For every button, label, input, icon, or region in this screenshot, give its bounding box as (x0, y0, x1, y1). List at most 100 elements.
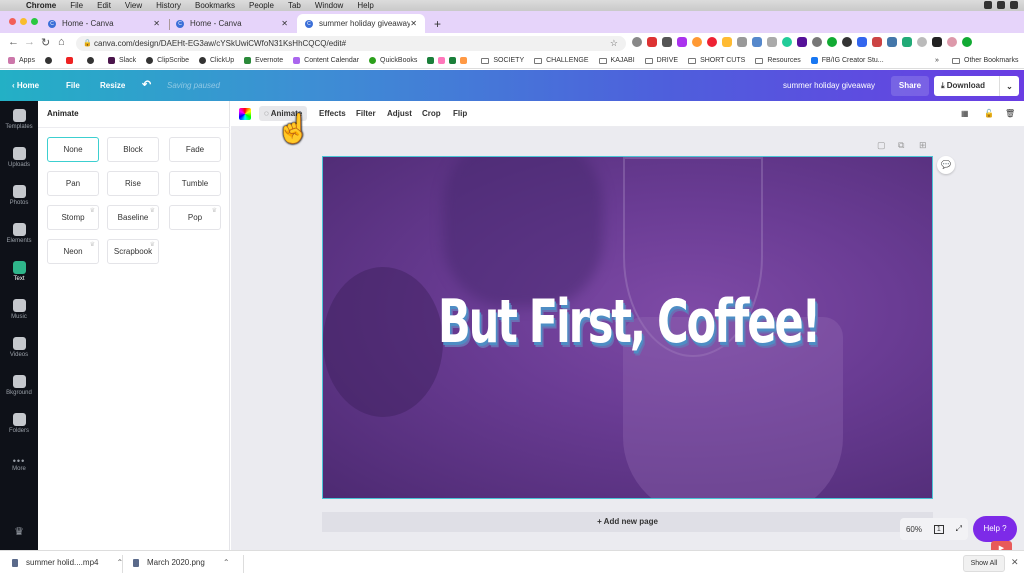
eyedropper-icon[interactable] (737, 37, 747, 47)
menu-file[interactable]: File (70, 1, 83, 10)
pinterest-icon[interactable] (707, 37, 717, 47)
menu-bookmarks[interactable]: Bookmarks (195, 1, 235, 10)
extension-icon[interactable] (827, 37, 837, 47)
duplicate-page-icon[interactable]: ⧉ (898, 140, 904, 151)
lock-icon[interactable]: 🔓 (984, 109, 994, 118)
menu-app[interactable]: Chrome (26, 1, 56, 10)
add-new-page-button[interactable]: + Add new page (322, 512, 933, 532)
sidebar-item-folders[interactable]: Folders (0, 413, 38, 434)
help-button[interactable]: Help ? (973, 516, 1017, 542)
new-tab-button[interactable]: + (426, 14, 449, 33)
resize-button[interactable]: Resize (100, 81, 125, 90)
forward-icon[interactable]: → (24, 36, 35, 48)
status-icon[interactable] (984, 1, 992, 9)
animation-option-tumble[interactable]: Tumble (169, 171, 221, 196)
filter-button[interactable]: Filter (356, 109, 376, 118)
extension-icon[interactable] (722, 37, 732, 47)
extension-icon[interactable] (647, 37, 657, 47)
menu-help[interactable]: Help (357, 1, 373, 10)
show-all-button[interactable]: Show All (963, 555, 1005, 572)
tab-home-canva-2[interactable]: C Home - Canva ✕ (168, 14, 296, 33)
bookmark-folder-short-cuts[interactable]: SHORT CUTS (688, 57, 745, 64)
trash-icon[interactable]: 🗑 (1005, 109, 1015, 118)
menu-tab[interactable]: Tab (288, 1, 301, 10)
menu-people[interactable]: People (249, 1, 274, 10)
sidebar-item-templates[interactable]: Templates (0, 109, 38, 130)
bookmark-clickup[interactable]: ClickUp (199, 57, 234, 64)
url-input[interactable]: 🔒 canva.com/design/DAEHt-EG3aw/cYSkUwiCW… (76, 36, 626, 51)
bookmark-evernote[interactable]: Evernote (244, 57, 283, 64)
animation-option-baseline[interactable]: Baseline ♛ (107, 205, 159, 230)
bookmark-folder-challenge[interactable]: CHALLENGE (534, 57, 589, 64)
headline-text[interactable]: But First, Coffee! (409, 287, 849, 357)
bookmark-fb-ig[interactable]: FB/IG Creator Stu... (810, 57, 884, 64)
design-canvas[interactable]: But First, Coffee! (322, 156, 933, 499)
extension-icon[interactable] (902, 37, 912, 47)
page-count[interactable]: 1 (933, 524, 944, 534)
sidebar-item-background[interactable]: Bkground (0, 375, 38, 396)
tab-home-canva-1[interactable]: C Home - Canva ✕ (40, 14, 168, 33)
sidebar-item-uploads[interactable]: Uploads (0, 147, 38, 168)
back-icon[interactable]: ← (8, 36, 19, 48)
menu-edit[interactable]: Edit (97, 1, 111, 10)
grammarly-icon[interactable] (782, 37, 792, 47)
extension-icon[interactable] (872, 37, 882, 47)
bookmark-folder-drive[interactable]: DRIVE (644, 57, 678, 64)
animation-option-pop[interactable]: Pop ♛ (169, 205, 221, 230)
animation-option-scrapbook[interactable]: Scrapbook ♛ (107, 239, 159, 264)
download-item[interactable]: summer holid....mp4 ⌃ (12, 558, 123, 567)
tab-summer-holiday-giveaway[interactable]: Csummer holiday giveaway - 19:✕ (297, 14, 425, 33)
extension-icon[interactable] (857, 37, 867, 47)
bookmark-quickbooks[interactable]: QuickBooks (369, 57, 417, 64)
chevron-down-icon[interactable]: ⌄ (1000, 82, 1019, 91)
file-menu[interactable]: File (66, 81, 80, 90)
bookmark-slack[interactable]: Slack (107, 57, 136, 64)
bookmark-folder-resources[interactable]: Resources (755, 57, 801, 64)
extension-icon[interactable] (887, 37, 897, 47)
close-window-button[interactable] (9, 18, 16, 25)
adjust-button[interactable]: Adjust (387, 109, 412, 118)
extension-icon[interactable] (917, 37, 927, 47)
bookmark-folder-kajabi[interactable]: KAJABI (598, 57, 635, 64)
color-picker-icon[interactable] (239, 108, 251, 120)
camera-icon[interactable] (767, 37, 777, 47)
bookmark-globe[interactable] (86, 57, 98, 64)
animation-option-stomp[interactable]: Stomp ♛ (47, 205, 99, 230)
extension-icon[interactable] (752, 37, 762, 47)
extension-icon[interactable] (677, 37, 687, 47)
extension-icon[interactable] (812, 37, 822, 47)
status-icon[interactable] (997, 1, 1005, 9)
fullscreen-icon[interactable]: ⤢ (956, 524, 962, 534)
animation-option-none[interactable]: None (47, 137, 99, 162)
bookmarks-overflow[interactable]: » (935, 57, 939, 64)
maximize-window-button[interactable] (31, 18, 38, 25)
extension-icon[interactable] (962, 37, 972, 47)
page-note-icon[interactable]: ▢ (877, 140, 886, 151)
bookmark-globe[interactable] (44, 57, 56, 64)
animation-option-rise[interactable]: Rise (107, 171, 159, 196)
transparency-icon[interactable]: ▦ (961, 109, 969, 118)
effects-button[interactable]: Effects (319, 109, 346, 118)
sidebar-item-text[interactable]: Text (0, 261, 38, 282)
status-icon[interactable] (1010, 1, 1018, 9)
menu-history[interactable]: History (156, 1, 181, 10)
extension-icon[interactable] (797, 37, 807, 47)
animation-option-neon[interactable]: Neon ♛ (47, 239, 99, 264)
bookmark-clipscribe[interactable]: ClipScribe (146, 57, 189, 64)
home-link[interactable]: ‹ Home (12, 81, 39, 90)
add-page-icon[interactable]: ⊞ (919, 140, 927, 151)
close-icon[interactable]: ✕ (1011, 557, 1019, 568)
menu-window[interactable]: Window (315, 1, 343, 10)
animation-option-pan[interactable]: Pan (47, 171, 99, 196)
bookmark-folder-other[interactable]: Other Bookmarks (952, 57, 1018, 64)
bookmark-folder-society[interactable]: SOCIETY (481, 57, 524, 64)
sidebar-item-videos[interactable]: Videos (0, 337, 38, 358)
undo-icon[interactable]: ↶ (142, 78, 151, 91)
extension-icon[interactable] (692, 37, 702, 47)
design-title[interactable]: summer holiday giveaway (783, 81, 875, 90)
home-icon[interactable]: ⌂ (58, 36, 65, 48)
bookmark-star-icon[interactable]: ☆ (610, 36, 618, 51)
sidebar-item-photos[interactable]: Photos (0, 185, 38, 206)
bookmark-youtube[interactable] (65, 57, 77, 64)
sidebar-item-more[interactable]: ••• More (0, 456, 38, 472)
